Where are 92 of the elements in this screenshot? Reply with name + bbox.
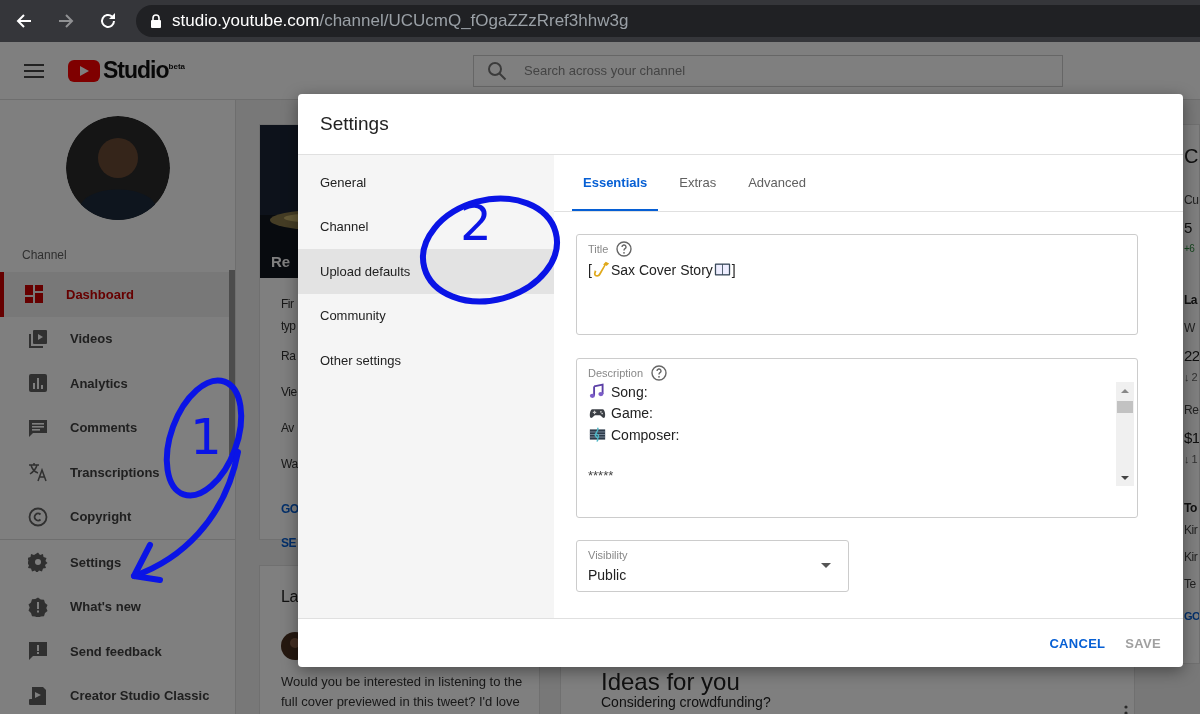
field-label: Description <box>588 367 644 379</box>
settings-icon <box>28 552 48 573</box>
exclamation-badge-icon <box>28 596 48 617</box>
sidebar-item[interactable]: Analytics <box>0 361 140 406</box>
search-field[interactable]: Search across your channel <box>473 54 1063 87</box>
settings-nav-item[interactable]: Community <box>298 293 400 338</box>
video-library-icon <box>28 328 48 349</box>
card-text: Vie <box>281 384 297 401</box>
card-title: Ideas for you <box>601 669 740 695</box>
settings-nav-item[interactable]: Other settings <box>298 338 415 383</box>
sidebar-item[interactable]: Creator Studio Classic <box>0 673 222 714</box>
search-icon <box>487 60 507 81</box>
cancel-button[interactable]: CANCEL <box>1041 627 1114 659</box>
settings-nav-item[interactable]: General <box>298 160 381 205</box>
card-text: typ <box>281 318 296 335</box>
avatar[interactable] <box>65 116 170 220</box>
saxophone-icon <box>592 261 610 278</box>
tab[interactable]: Advanced <box>737 155 817 211</box>
play-page-icon <box>28 685 48 706</box>
card-text: W <box>1184 321 1195 337</box>
card-text: Re <box>1184 403 1199 419</box>
card-text: Fir <box>281 296 294 313</box>
scrollbar-thumb[interactable] <box>229 270 235 455</box>
card-text: ↓ 1 <box>1184 453 1198 467</box>
settings-nav-item[interactable]: Upload defaults <box>298 249 554 294</box>
translate-icon <box>28 462 48 483</box>
card-text: ↓ 2 <box>1184 371 1198 385</box>
dialog-title: Settings <box>320 113 389 135</box>
play-logo-icon <box>68 59 100 82</box>
section-label: Channel <box>21 247 68 264</box>
card-text: Ra <box>281 348 296 365</box>
sidebar-item[interactable]: Send feedback <box>0 629 174 674</box>
card-title: La <box>281 588 298 607</box>
dashboard-icon <box>24 284 44 305</box>
settings-nav-item[interactable]: Channel <box>298 204 383 249</box>
lock-icon <box>150 14 162 28</box>
sidebar-item[interactable]: Dashboard <box>0 272 229 317</box>
avatar <box>281 632 298 660</box>
sidebar-item[interactable]: What's new <box>0 584 153 629</box>
card-text: Cu <box>1184 193 1199 209</box>
feedback-icon <box>28 641 48 662</box>
book-icon <box>713 261 731 278</box>
card-text: +6 <box>1184 243 1195 256</box>
card-text: 5 <box>1184 218 1192 238</box>
card-link[interactable]: GO <box>1184 610 1199 622</box>
sidebar-item[interactable]: Comments <box>0 405 150 450</box>
scrollbar[interactable] <box>1116 382 1134 486</box>
tab[interactable]: Extras <box>668 155 728 211</box>
sidebar-item[interactable]: Transcriptions <box>0 450 172 495</box>
card-text: To <box>1184 501 1197 517</box>
card-text: Av <box>281 420 294 437</box>
post-text: Would you be interested in listening to the <box>281 673 524 691</box>
description-field[interactable]: Description Song: Game: Composer: ***** <box>576 358 1138 518</box>
card-link[interactable]: GO <box>281 502 299 516</box>
card-text: La <box>1184 293 1197 309</box>
logo-text: Studio$^{beta}$ <box>103 57 185 84</box>
field-text: ] <box>731 261 736 278</box>
music-note-icon <box>589 383 606 401</box>
tab[interactable]: Essentials <box>572 155 659 211</box>
title-field[interactable]: Title [ Sax Cover Story ] <box>576 234 1138 335</box>
sidebar-item[interactable]: Videos <box>0 316 125 361</box>
card-text: Te <box>1184 577 1196 593</box>
description-line: Composer: <box>611 426 680 443</box>
card-text: $1 <box>1184 428 1199 448</box>
handwritten-number: 1 <box>190 412 222 462</box>
menu-icon[interactable] <box>24 62 44 79</box>
sidebar-item[interactable]: Copyright <box>0 494 144 539</box>
reload-icon[interactable] <box>98 11 118 31</box>
card-text: 22 <box>1184 346 1199 366</box>
description-line: ***** <box>588 467 615 483</box>
banner-title: Re <box>271 253 291 270</box>
description-line: Song: <box>611 383 648 400</box>
card-text: Kir <box>1184 550 1198 566</box>
field-label: Title <box>588 243 609 255</box>
comment-icon <box>28 417 48 438</box>
card-link[interactable]: SE <box>281 536 296 550</box>
bar-chart-icon <box>28 373 48 394</box>
caret-icon <box>821 563 831 568</box>
card-text: Kir <box>1184 523 1198 539</box>
card-text: Wa <box>281 456 298 473</box>
clef-icon <box>589 426 606 444</box>
idea-title[interactable]: Considering crowdfunding? <box>601 695 1134 710</box>
sidebar-item[interactable]: Settings <box>0 540 134 585</box>
field-text: [ <box>588 261 592 278</box>
card-text: C <box>1184 145 1198 169</box>
description-line: Game: <box>611 405 653 422</box>
copyright-icon <box>28 506 48 527</box>
help-icon[interactable] <box>651 365 668 381</box>
post-text: full cover previewed in this tweet? I'd love <box>281 693 521 711</box>
visibility-dropdown[interactable]: Visibility Public <box>576 540 849 592</box>
help-icon[interactable] <box>616 241 633 257</box>
field-text: Sax Cover Story <box>610 261 713 278</box>
